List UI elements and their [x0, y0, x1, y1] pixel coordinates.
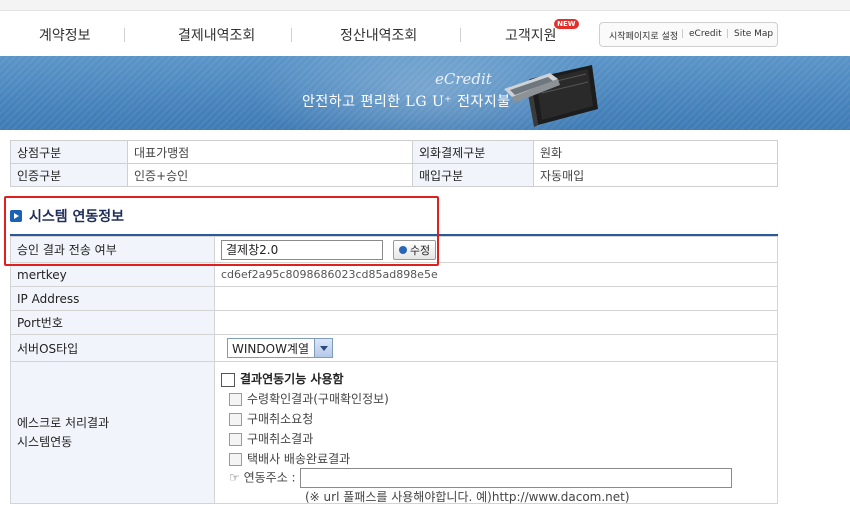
purchase-type-label: 매입구분 — [412, 163, 534, 187]
book-device-illustration — [504, 65, 598, 127]
ip-label: IP Address — [10, 286, 215, 311]
escrow-option: 구매취소요청 — [229, 410, 313, 427]
section-title-text: 시스템 연동정보 — [29, 209, 125, 225]
top-strip — [0, 0, 850, 11]
nav-divider — [291, 28, 292, 42]
new-badge: NEW — [554, 19, 579, 29]
chevron-down-icon[interactable] — [314, 339, 332, 357]
table-row: 인증구분 인증+승인 매입구분 자동매입 — [10, 163, 778, 187]
section-title: 시스템 연동정보 — [10, 206, 124, 226]
mertkey-value: cd6ef2a95c8098686023cd85ad898e5e — [214, 262, 778, 287]
escrow-label-line1: 에스크로 처리결과 — [17, 415, 110, 430]
escrow-main-label: 결과연동기능 사용함 — [240, 372, 344, 386]
util-divider: | — [726, 29, 730, 39]
escrow-label: 에스크로 처리결과 시스템연동 — [10, 361, 215, 504]
modify-button-label: 수정 — [409, 243, 431, 257]
escrow-option: 수령확인결과(구매확인정보) — [229, 390, 389, 407]
escrow-option: 구매취소결과 — [229, 430, 313, 447]
escrow-main-option: 결과연동기능 사용함 — [221, 370, 344, 387]
approval-label: 승인 결과 전송 여부 — [10, 236, 215, 263]
table-row: 서버OS타입 WINDOW계열 — [10, 334, 778, 362]
nav-contract-info[interactable]: 계약정보 — [39, 25, 91, 45]
url-row: ☞ 연동주소 : — [229, 468, 732, 488]
auth-type-label: 인증구분 — [10, 163, 128, 187]
url-note: (※ url 풀패스를 사용해야합니다. 예)http://www.dacom.… — [305, 490, 630, 504]
escrow-option: 택배사 배송완료결과 — [229, 450, 350, 467]
table-row: Port번호 — [10, 310, 778, 335]
port-value — [214, 310, 778, 335]
nav-settlement-history[interactable]: 정산내역조회 — [340, 25, 417, 45]
nav-divider — [460, 28, 461, 42]
foreign-payment-value: 원화 — [533, 140, 778, 164]
system-info-table: 승인 결과 전송 여부 결제창2.0 수정 mertkey cd6ef2a95c… — [10, 236, 778, 504]
table-row: 승인 결과 전송 여부 결제창2.0 수정 — [10, 236, 778, 263]
nav-payment-history[interactable]: 결제내역조회 — [178, 25, 255, 45]
store-info-table: 상점구분 대표가맹점 외화결제구분 원화 인증구분 인증+승인 매입구분 자동매… — [10, 140, 778, 187]
table-row: mertkey cd6ef2a95c8098686023cd85ad898e5e — [10, 262, 778, 287]
nav-divider — [124, 28, 125, 42]
os-type-select-value: WINDOW계열 — [232, 341, 310, 356]
os-type-label: 서버OS타입 — [10, 334, 215, 362]
nav-customer-support-label: 고객지원 — [505, 28, 557, 44]
url-label: ☞ 연동주소 : — [229, 470, 296, 485]
store-type-value: 대표가맹점 — [127, 140, 413, 164]
foreign-payment-label: 외화결제구분 — [412, 140, 534, 164]
nav-customer-support[interactable]: 고객지원 NEW — [505, 19, 579, 45]
sitemap-link[interactable]: Site Map — [734, 29, 773, 39]
mertkey-label: mertkey — [10, 262, 215, 287]
store-type-label: 상점구분 — [10, 140, 128, 164]
escrow-option-label: 구매취소결과 — [247, 432, 314, 446]
banner-tagline: 안전하고 편리한 LG U⁺ 전자지불 — [302, 94, 511, 110]
os-type-select[interactable]: WINDOW계열 — [227, 338, 333, 358]
escrow-option-label: 택배사 배송완료결과 — [247, 452, 351, 466]
modify-button[interactable]: 수정 — [392, 239, 437, 260]
escrow-label-line2: 시스템연동 — [17, 434, 73, 449]
set-homepage-link[interactable]: 시작페이지로 설정 — [609, 29, 678, 42]
escrow-option-checkbox[interactable] — [229, 413, 242, 426]
url-input[interactable] — [299, 468, 732, 488]
port-label: Port번호 — [10, 310, 215, 335]
ecredit-link[interactable]: eCredit — [689, 29, 722, 39]
auth-type-value: 인증+승인 — [127, 163, 413, 187]
section-bullet-icon — [10, 210, 22, 222]
table-row: IP Address — [10, 286, 778, 311]
banner-brand: eCredit — [435, 70, 492, 88]
approval-input[interactable]: 결제창2.0 — [221, 239, 383, 260]
escrow-option-label: 구매취소요청 — [247, 412, 314, 426]
escrow-option-checkbox[interactable] — [229, 393, 242, 406]
ip-value — [214, 286, 778, 311]
escrow-option-checkbox[interactable] — [229, 433, 242, 446]
util-divider: | — [681, 29, 685, 39]
approval-cell: 결제창2.0 수정 — [214, 236, 778, 263]
main-nav: 계약정보 결제내역조회 정산내역조회 고객지원 NEW 시작페이지로 설정 | … — [0, 11, 850, 56]
purchase-type-value: 자동매입 — [533, 163, 778, 187]
bullet-icon — [398, 245, 407, 254]
table-row: 상점구분 대표가맹점 외화결제구분 원화 — [10, 140, 778, 164]
os-type-cell: WINDOW계열 — [214, 334, 778, 362]
escrow-main-checkbox[interactable] — [221, 372, 235, 387]
escrow-option-checkbox[interactable] — [229, 453, 242, 466]
escrow-option-label: 수령확인결과(구매확인정보) — [247, 392, 389, 406]
banner: eCredit 안전하고 편리한 LG U⁺ 전자지불 — [0, 56, 850, 130]
utility-links: 시작페이지로 설정 | eCredit | Site Map — [599, 22, 778, 47]
